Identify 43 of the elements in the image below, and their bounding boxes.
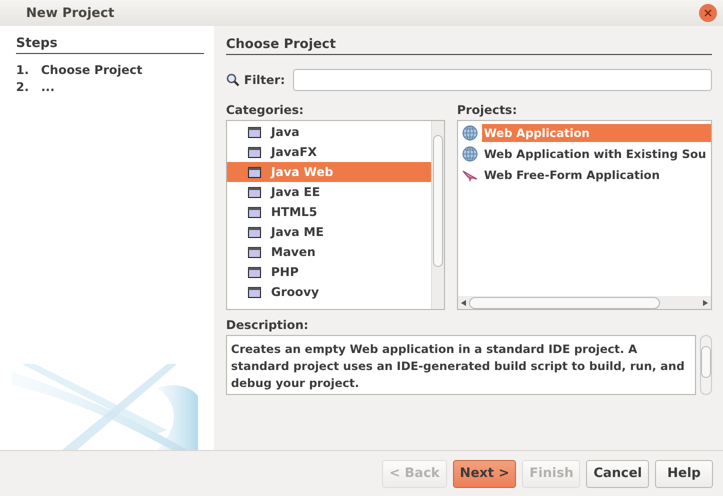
scroll-right-icon[interactable] bbox=[703, 300, 708, 306]
description-label: Description: bbox=[226, 318, 310, 332]
step-item: 2. ... bbox=[16, 79, 56, 96]
window-title: New Project bbox=[26, 6, 114, 20]
panel-heading: Choose Project bbox=[226, 37, 712, 55]
category-item[interactable]: HTML5 bbox=[227, 202, 431, 222]
category-item[interactable]: Java EE bbox=[227, 182, 431, 202]
project-item[interactable]: Web Application with Existing Sou bbox=[482, 144, 711, 162]
project-item[interactable]: Web Free-Form Application bbox=[482, 166, 711, 184]
category-item[interactable]: Maven bbox=[227, 242, 431, 262]
projects-label: Projects: bbox=[457, 103, 518, 117]
close-icon bbox=[704, 9, 712, 17]
close-button[interactable] bbox=[699, 4, 717, 22]
filter-field[interactable] bbox=[293, 69, 712, 91]
category-item[interactable]: Java bbox=[227, 122, 431, 142]
filter-label: Filter: bbox=[244, 73, 286, 87]
folder-icon bbox=[248, 126, 261, 138]
folder-icon bbox=[248, 246, 261, 258]
globe-icon bbox=[462, 146, 478, 162]
dialog-button[interactable]: Help bbox=[655, 460, 713, 488]
step-item: 1. Choose Project bbox=[16, 62, 144, 79]
category-item[interactable]: Groovy bbox=[227, 282, 431, 302]
globe-icon bbox=[462, 124, 478, 140]
scrollbar[interactable] bbox=[458, 296, 711, 309]
steps-heading: Steps bbox=[16, 36, 204, 54]
folder-icon bbox=[248, 286, 261, 298]
folder-icon bbox=[248, 266, 261, 278]
category-item[interactable]: PHP bbox=[227, 262, 431, 282]
categories-label: Categories: bbox=[226, 103, 305, 117]
description-text: Creates an empty Web application in a standard IDE project. A standard project uses an IDE-generated build script to build, run, and debug your project. bbox=[226, 335, 696, 395]
scroll-left-icon[interactable] bbox=[461, 300, 466, 306]
category-item[interactable]: JavaFX bbox=[227, 142, 431, 162]
scrollbar[interactable] bbox=[700, 335, 712, 395]
folder-icon bbox=[248, 206, 261, 218]
folder-icon bbox=[248, 226, 261, 238]
dialog-button[interactable]: Next > bbox=[452, 460, 516, 488]
folder-icon bbox=[248, 186, 261, 198]
dialog-button[interactable]: Cancel bbox=[586, 460, 649, 488]
scrollbar[interactable] bbox=[431, 121, 444, 309]
folder-icon bbox=[248, 166, 261, 178]
search-icon bbox=[226, 73, 240, 87]
category-item[interactable]: Java ME bbox=[227, 222, 431, 242]
folder-icon bbox=[248, 146, 261, 158]
